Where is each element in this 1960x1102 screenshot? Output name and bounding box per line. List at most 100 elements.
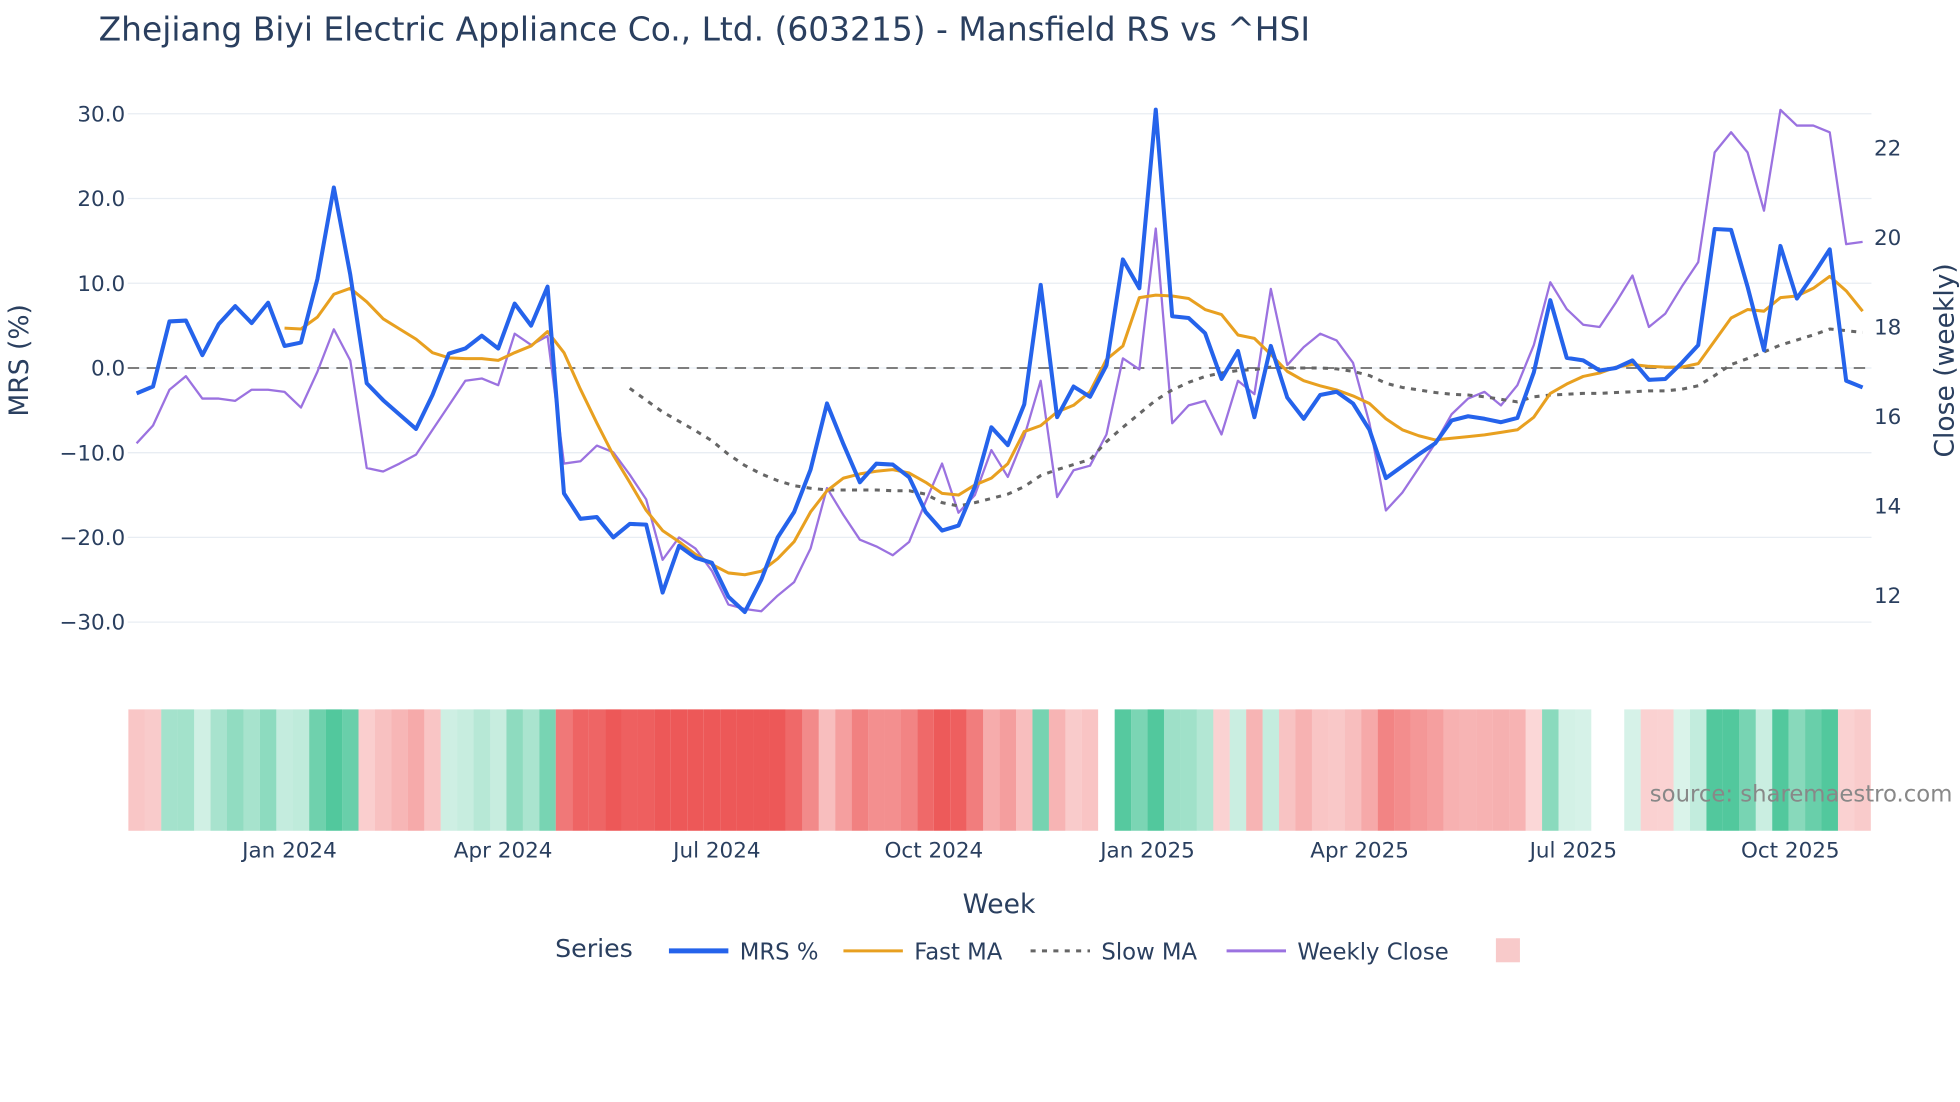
heatmap-cell bbox=[1657, 709, 1674, 831]
legend-item-label: Weekly Close bbox=[1297, 940, 1448, 966]
heatmap-cell bbox=[1377, 709, 1395, 831]
heatmap-cell bbox=[950, 709, 967, 831]
heatmap-cell bbox=[1722, 709, 1740, 831]
y-tick-label: 10.0 bbox=[77, 272, 125, 297]
legend-item-label: Slow MA bbox=[1101, 940, 1197, 966]
y2-tick-label: 20 bbox=[1874, 226, 1901, 251]
heatmap-cell bbox=[243, 709, 260, 831]
heatmap-cell bbox=[1476, 709, 1493, 831]
heatmap-cell bbox=[342, 709, 359, 831]
heatmap-cell bbox=[1180, 709, 1197, 831]
heatmap-cell bbox=[1821, 709, 1838, 831]
heatmap-cell bbox=[1131, 709, 1148, 831]
heatmap-cell bbox=[720, 709, 737, 831]
heatmap-cell bbox=[161, 709, 178, 831]
heatmap-cell bbox=[1739, 709, 1756, 831]
heatmap-cell bbox=[1065, 709, 1082, 831]
series-lines bbox=[135, 107, 1864, 615]
heatmap-cell bbox=[654, 709, 671, 831]
heatmap-cell bbox=[1591, 709, 1608, 831]
heatmap-cell bbox=[1788, 709, 1806, 831]
heatmap-cell bbox=[1048, 709, 1066, 831]
heatmap-cell bbox=[506, 709, 523, 831]
heatmap-cell bbox=[1459, 709, 1477, 831]
heatmap-strip bbox=[128, 709, 1871, 831]
heatmap-cell bbox=[1673, 709, 1691, 831]
heatmap-cell bbox=[1558, 709, 1575, 831]
heatmap-cell bbox=[572, 709, 589, 831]
heatmap-cell bbox=[802, 709, 819, 831]
heatmap-cell bbox=[605, 709, 622, 831]
heatmap-cell bbox=[1525, 709, 1543, 831]
heatmap-cell bbox=[1279, 709, 1296, 831]
y2-tick-label: 18 bbox=[1874, 316, 1901, 341]
heatmap-cell bbox=[128, 709, 145, 831]
x-tick-label: Oct 2024 bbox=[885, 838, 984, 863]
heatmap-cell bbox=[1163, 709, 1181, 831]
heatmap-cell bbox=[1624, 709, 1641, 831]
heatmap-cell bbox=[1328, 709, 1345, 831]
heatmap-cell bbox=[358, 709, 375, 831]
y-tick-label: −10.0 bbox=[59, 441, 125, 466]
heatmap-cell bbox=[1706, 709, 1723, 831]
heatmap-cell bbox=[276, 709, 293, 831]
x-tick-label: Jan 2025 bbox=[1098, 838, 1195, 863]
x-tick-label: Jul 2024 bbox=[671, 838, 760, 863]
heatmap-cell bbox=[703, 709, 721, 831]
heatmap-cell bbox=[670, 709, 688, 831]
series-line-fast-ma bbox=[284, 274, 1864, 577]
y-axis-label: MRS (%) bbox=[4, 304, 35, 417]
heatmap-cell bbox=[391, 709, 408, 831]
heatmap-cell bbox=[1837, 709, 1855, 831]
heatmap-cell bbox=[473, 709, 491, 831]
x-tick-label: Jul 2025 bbox=[1528, 838, 1617, 863]
y-tick-label: 0.0 bbox=[91, 357, 125, 382]
heatmap-cell bbox=[522, 709, 540, 831]
source-watermark: source: sharemaestro.com bbox=[1650, 782, 1953, 808]
heatmap-cell bbox=[1854, 709, 1871, 831]
legend-item-label: Fast MA bbox=[914, 940, 1003, 966]
heatmap-cell bbox=[1098, 709, 1115, 831]
heatmap-cell bbox=[1410, 709, 1427, 831]
heatmap-cell bbox=[194, 709, 211, 831]
heatmap-cell bbox=[753, 709, 770, 831]
legend-item-label: MRS % bbox=[740, 940, 819, 966]
heatmap-cell bbox=[851, 709, 869, 831]
y-tick-label: −20.0 bbox=[59, 526, 125, 551]
heatmap-cell bbox=[374, 709, 392, 831]
heatmap-cell bbox=[1361, 709, 1378, 831]
heatmap-cell bbox=[1246, 709, 1263, 831]
heatmap-cell bbox=[424, 709, 441, 831]
x-axis-label: Week bbox=[963, 889, 1036, 920]
y2-tick-label: 22 bbox=[1874, 137, 1901, 162]
y2-tick-label: 12 bbox=[1874, 584, 1901, 609]
heatmap-cell bbox=[966, 709, 984, 831]
legend-heatmap-swatch bbox=[1495, 938, 1520, 963]
heatmap-cell bbox=[539, 709, 556, 831]
legend-title: Series bbox=[555, 934, 633, 963]
heatmap-cell bbox=[407, 709, 425, 831]
series-line-mrs bbox=[135, 107, 1864, 615]
heatmap-cell bbox=[835, 709, 852, 831]
legend: Series MRS % Fast MA Slow MA Weekly Close bbox=[555, 934, 1520, 966]
heatmap-cell bbox=[1690, 709, 1707, 831]
heatmap-cell bbox=[1640, 709, 1658, 831]
heatmap-cell bbox=[884, 709, 901, 831]
heatmap-cell bbox=[1295, 709, 1312, 831]
y2-tick-label: 16 bbox=[1874, 405, 1901, 430]
x-tick-label: Apr 2024 bbox=[454, 838, 553, 863]
heatmap-cell bbox=[1262, 709, 1280, 831]
heatmap-cell bbox=[999, 709, 1017, 831]
heatmap-cell bbox=[621, 709, 638, 831]
heatmap-cell bbox=[259, 709, 277, 831]
y2-tick-label: 14 bbox=[1874, 495, 1901, 520]
heatmap-cell bbox=[210, 709, 227, 831]
heatmap-cell bbox=[917, 709, 934, 831]
heatmap-cell bbox=[555, 709, 573, 831]
heatmap-cell bbox=[769, 709, 786, 831]
heatmap-cell bbox=[1196, 709, 1214, 831]
heatmap-cell bbox=[292, 709, 310, 831]
heatmap-cell bbox=[309, 709, 326, 831]
heatmap-cell bbox=[1213, 709, 1230, 831]
heatmap-cell bbox=[818, 709, 836, 831]
